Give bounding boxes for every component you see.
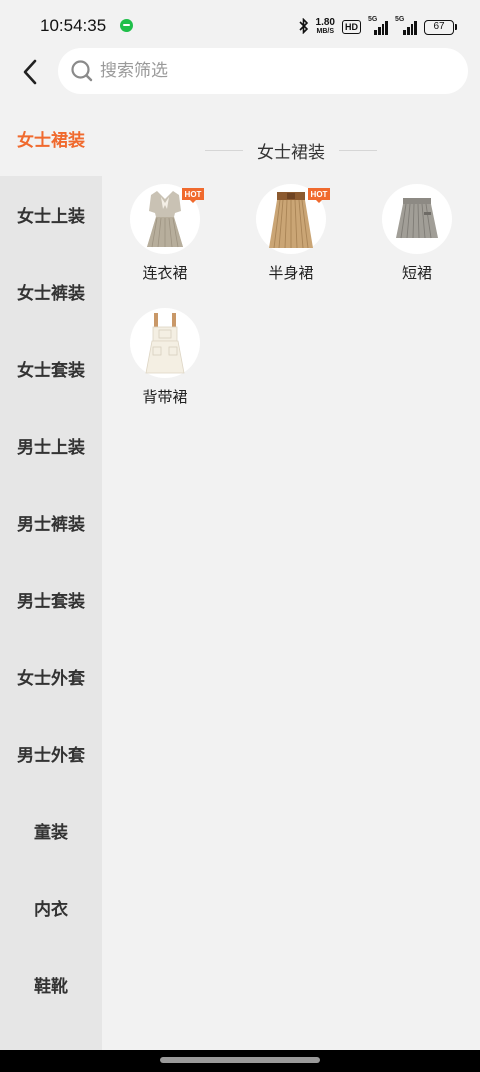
battery-icon: 67 xyxy=(424,19,457,35)
sidebar-item-label: 女士外套 xyxy=(17,669,85,689)
hot-badge-icon: HOT xyxy=(308,188,330,203)
sidebar-item-mens-suits[interactable]: 男士套装 xyxy=(0,561,102,638)
bluetooth-icon xyxy=(298,17,309,37)
status-bar: 10:54:35 1.80 MB/S HD 5G 5G 67 xyxy=(0,0,480,48)
category-content: 女士裙装 HOT 连衣裙 HOT 半身裙 短裙 背带裙 xyxy=(102,100,480,1050)
notification-icon xyxy=(120,19,133,32)
category-thumbnail: HOT xyxy=(130,184,204,254)
category-thumbnail: HOT xyxy=(256,184,330,254)
category-thumbnail xyxy=(382,184,452,254)
sidebar-item-underwear[interactable]: 内衣 xyxy=(0,869,102,946)
sidebar-item-shoes[interactable]: 鞋靴 xyxy=(0,946,102,1023)
hot-badge-icon: HOT xyxy=(182,188,204,203)
sidebar-item-label: 女士裤装 xyxy=(17,284,85,304)
sidebar-item-womens-dresses[interactable]: 女士裙装 xyxy=(0,100,102,176)
sidebar-item-label: 童装 xyxy=(34,823,68,843)
sidebar-item-womens-pants[interactable]: 女士裤装 xyxy=(0,253,102,330)
network-speed-value: 1.80 xyxy=(315,17,335,28)
hot-badge-text: HOT xyxy=(185,190,202,199)
home-indicator[interactable] xyxy=(160,1057,320,1063)
sidebar-item-label: 女士上装 xyxy=(17,207,85,227)
sidebar-item-label: 内衣 xyxy=(34,900,68,920)
category-thumbnail xyxy=(130,308,200,378)
network-speed: 1.80 MB/S xyxy=(316,18,335,36)
back-arrow-icon xyxy=(23,59,37,85)
signal-1-label: 5G xyxy=(368,16,378,23)
sidebar-item-label: 男士外套 xyxy=(17,746,85,766)
sidebar-item-mens-tops[interactable]: 男士上装 xyxy=(0,407,102,484)
category-short-skirt[interactable]: 短裙 xyxy=(362,184,472,283)
category-label: 短裙 xyxy=(401,264,432,282)
sidebar-item-womens-tops[interactable]: 女士上装 xyxy=(0,176,102,253)
hd-badge: HD xyxy=(342,20,361,34)
short-skirt-icon xyxy=(396,198,438,239)
signal-icon-2: 5G xyxy=(395,16,417,35)
divider xyxy=(339,150,377,151)
section-title: 女士裙装 xyxy=(257,143,325,163)
category-label: 半身裙 xyxy=(268,264,314,282)
sidebar-item-womens-coats[interactable]: 女士外套 xyxy=(0,638,102,715)
sidebar-item-mens-coats[interactable]: 男士外套 xyxy=(0,715,102,792)
category-sidebar: 女士裙装 女士上装 女士裤装 女士套装 男士上装 男士裤装 男士套装 女士外套 … xyxy=(0,100,102,1050)
sidebar-item-label: 男士上装 xyxy=(17,438,85,458)
search-bar[interactable] xyxy=(58,48,468,94)
divider xyxy=(205,150,243,151)
section-header: 女士裙装 xyxy=(102,138,480,163)
category-label: 连衣裙 xyxy=(142,264,188,282)
status-icons: 1.80 MB/S HD 5G 5G 67 xyxy=(298,16,457,37)
back-button[interactable] xyxy=(12,54,48,90)
sidebar-item-label: 女士裙装 xyxy=(17,130,85,151)
signal-2-label: 5G xyxy=(395,16,405,23)
sidebar-item-label: 鞋靴 xyxy=(34,977,68,997)
sidebar-item-label: 男士套装 xyxy=(17,592,85,612)
sidebar-item-label: 女士套装 xyxy=(17,361,85,381)
category-dress[interactable]: HOT 连衣裙 xyxy=(110,184,220,283)
header xyxy=(0,48,480,96)
sidebar-item-womens-suits[interactable]: 女士套装 xyxy=(0,330,102,407)
category-midi-skirt[interactable]: HOT 半身裙 xyxy=(236,184,346,283)
sidebar-item-kids[interactable]: 童装 xyxy=(0,792,102,869)
category-overall-skirt[interactable]: 背带裙 xyxy=(110,308,220,407)
network-speed-unit: MB/S xyxy=(316,28,335,35)
sidebar-item-mens-pants[interactable]: 男士裤装 xyxy=(0,484,102,561)
search-icon xyxy=(71,60,93,82)
search-input[interactable] xyxy=(100,61,440,81)
hot-badge-text: HOT xyxy=(311,190,328,199)
category-label: 背带裙 xyxy=(142,388,188,406)
sidebar-item-label: 男士裤装 xyxy=(17,515,85,535)
system-nav-bar xyxy=(0,1050,480,1072)
signal-icon-1: 5G xyxy=(368,16,388,35)
overall-skirt-icon xyxy=(145,313,185,374)
status-time: 10:54:35 xyxy=(40,16,107,35)
